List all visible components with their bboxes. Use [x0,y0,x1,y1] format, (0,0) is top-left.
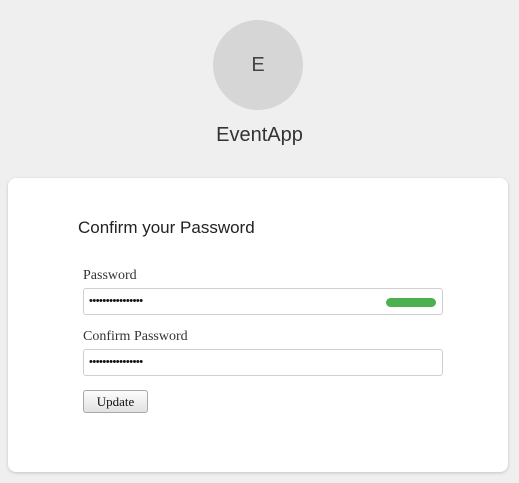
card-title: Confirm your Password [78,218,255,237]
confirm-password-input[interactable]: •••••••••••••••• [83,349,443,376]
confirm-password-label: Confirm Password [83,329,188,344]
app-name: EventApp [216,124,303,146]
password-masked-value: •••••••••••••••• [89,295,143,307]
app-avatar: E [213,20,303,110]
confirm-password-masked-value: •••••••••••••••• [89,356,143,368]
password-strength-indicator [386,298,436,307]
password-input[interactable]: •••••••••••••••• [83,288,443,315]
avatar-letter: E [251,53,265,76]
password-card: Confirm your Password Password •••••••••… [8,178,508,472]
password-label: Password [83,268,137,283]
update-button[interactable]: Update [83,390,148,413]
